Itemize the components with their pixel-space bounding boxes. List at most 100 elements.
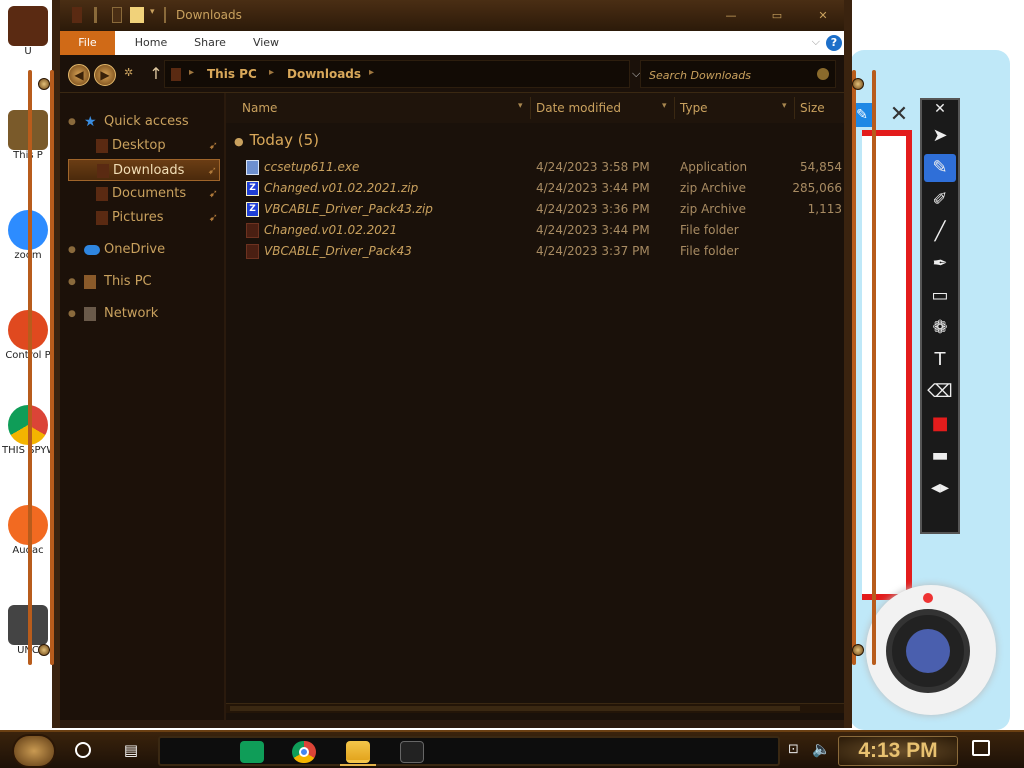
new-folder-icon[interactable]: [130, 7, 144, 23]
webcam-led: [923, 593, 933, 603]
divider: [94, 7, 97, 23]
zip-icon: Z: [246, 181, 259, 196]
close-icon[interactable]: ✕: [882, 100, 916, 130]
search-input[interactable]: [649, 67, 809, 83]
taskbar-clock[interactable]: 4:13 PM: [838, 736, 958, 766]
color-swatch-icon[interactable]: ■: [924, 410, 956, 438]
pen-tool-icon[interactable]: ✎: [924, 154, 956, 182]
pin-icon[interactable]: ➹: [209, 207, 218, 229]
search-circle-icon[interactable]: [75, 742, 91, 758]
column-header-type[interactable]: Type: [680, 101, 708, 115]
pin-icon[interactable]: ➹: [209, 183, 218, 205]
folder-app-icon: [72, 7, 82, 23]
pin-icon[interactable]: ➹: [208, 160, 217, 182]
nav-onedrive[interactable]: ● OneDrive: [68, 239, 220, 261]
chrome-app-icon[interactable]: [292, 741, 316, 763]
search-icon[interactable]: [817, 68, 829, 80]
file-row[interactable]: Changed.v01.02.2021 4/24/2023 3:44 PM Fi…: [226, 220, 844, 241]
help-icon[interactable]: ?: [826, 35, 842, 51]
group-header-today[interactable]: ● Today (5): [234, 131, 319, 149]
nav-pictures[interactable]: Pictures ➹: [68, 207, 220, 229]
recorder-app-icon[interactable]: [400, 741, 424, 763]
file-row[interactable]: Z VBCABLE_Driver_Pack43.zip 4/24/2023 3:…: [226, 199, 844, 220]
nav-quick-access[interactable]: ● ★ Quick access: [68, 111, 220, 133]
sort-dropdown-icon[interactable]: ▾: [518, 101, 523, 111]
pointer-icon[interactable]: ➤: [924, 122, 956, 150]
close-button[interactable]: ✕: [808, 9, 838, 23]
expand-chevron-icon[interactable]: ●: [68, 303, 76, 325]
scrollbar-thumb[interactable]: [230, 706, 800, 711]
folder-icon: [246, 223, 259, 238]
nav-downloads[interactable]: Downloads ➹: [68, 159, 220, 181]
expand-chevron-icon[interactable]: ●: [68, 111, 76, 133]
tab-file[interactable]: File: [60, 31, 115, 55]
file-type: zip Archive: [680, 181, 746, 195]
search-box[interactable]: [640, 60, 836, 88]
address-bar[interactable]: ▸ This PC ▸ Downloads ▸: [164, 60, 630, 88]
breadcrumb-this-pc[interactable]: This PC: [207, 67, 257, 81]
minimize-button[interactable]: —: [716, 9, 746, 23]
collapse-group-icon[interactable]: ●: [234, 135, 244, 148]
start-button[interactable]: [12, 734, 56, 768]
chevron-down-icon[interactable]: ▾: [150, 7, 160, 23]
collapse-icon[interactable]: ◂▸: [924, 474, 956, 502]
toolbar-close-icon[interactable]: ✕: [924, 100, 956, 118]
network-tray-icon[interactable]: ⊡: [788, 742, 799, 757]
file-row[interactable]: ccsetup611.exe 4/24/2023 3:58 PM Applica…: [226, 157, 844, 178]
breadcrumb-separator-icon: ▸: [369, 67, 375, 78]
forward-button[interactable]: ▶: [94, 64, 116, 86]
recent-locations-icon[interactable]: ✲: [124, 66, 136, 80]
computer-icon: [84, 275, 96, 289]
tab-home[interactable]: Home: [122, 31, 180, 55]
brush-icon[interactable]: ✒: [924, 250, 956, 278]
expand-chevron-icon[interactable]: ●: [68, 271, 76, 293]
expand-chevron-icon[interactable]: ●: [68, 239, 76, 261]
zip-icon: Z: [246, 202, 259, 217]
breadcrumb-separator-icon: ▸: [189, 67, 195, 78]
column-divider[interactable]: [794, 97, 795, 119]
line-icon[interactable]: ╱: [924, 218, 956, 246]
properties-icon[interactable]: [112, 7, 122, 23]
file-row[interactable]: Z Changed.v01.02.2021.zip 4/24/2023 3:44…: [226, 178, 844, 199]
breadcrumb-downloads[interactable]: Downloads: [287, 67, 361, 81]
up-arrow-icon[interactable]: ↑: [146, 64, 166, 84]
column-header-size[interactable]: Size: [800, 101, 825, 115]
text-icon[interactable]: T: [924, 346, 956, 374]
column-divider[interactable]: [674, 97, 675, 119]
expand-ribbon-chevron-icon[interactable]: ⌵: [812, 35, 820, 49]
divider: [164, 7, 166, 23]
notifications-icon[interactable]: [972, 740, 990, 756]
webcam-lens-icon: [886, 609, 970, 693]
file-date: 4/24/2023 3:58 PM: [536, 160, 650, 174]
back-button[interactable]: ◀: [68, 64, 90, 86]
rectangle-icon[interactable]: ▭: [924, 282, 956, 310]
nav-network[interactable]: ● Network: [68, 303, 220, 325]
maximize-button[interactable]: ▭: [762, 9, 792, 23]
volume-icon[interactable]: 🔈: [812, 740, 831, 758]
column-header-date[interactable]: Date modified: [536, 101, 621, 115]
nav-this-pc[interactable]: ● This PC: [68, 271, 220, 293]
eraser-icon[interactable]: ⌫: [924, 378, 956, 406]
nav-documents[interactable]: Documents ➹: [68, 183, 220, 205]
column-divider[interactable]: [530, 97, 531, 119]
pin-icon[interactable]: ➹: [209, 135, 218, 157]
gear-icon: [38, 78, 50, 90]
stamp-icon[interactable]: ❁: [924, 314, 956, 342]
breadcrumb-separator-icon: ▸: [269, 67, 275, 78]
cloud-icon: [84, 245, 100, 255]
sheets-app-icon[interactable]: [240, 741, 264, 763]
nav-desktop[interactable]: Desktop ➹: [68, 135, 220, 157]
sort-dropdown-icon[interactable]: ▾: [662, 101, 667, 111]
file-row[interactable]: VBCABLE_Driver_Pack43 4/24/2023 3:37 PM …: [226, 241, 844, 262]
tab-view[interactable]: View: [240, 31, 292, 55]
marker-icon[interactable]: ✐: [924, 186, 956, 214]
tab-share[interactable]: Share: [182, 31, 238, 55]
desktop-icon-user[interactable]: U: [2, 6, 54, 57]
horizontal-scrollbar[interactable]: [226, 703, 844, 713]
title-bar[interactable]: ▾ Downloads — ▭ ✕: [60, 0, 844, 31]
sort-dropdown-icon[interactable]: ▾: [782, 101, 787, 111]
file-explorer-app-icon[interactable]: [346, 741, 370, 763]
task-view-icon[interactable]: ▤: [122, 741, 140, 759]
column-header-name[interactable]: Name: [242, 101, 277, 115]
stroke-width-icon[interactable]: ▬: [924, 442, 956, 470]
